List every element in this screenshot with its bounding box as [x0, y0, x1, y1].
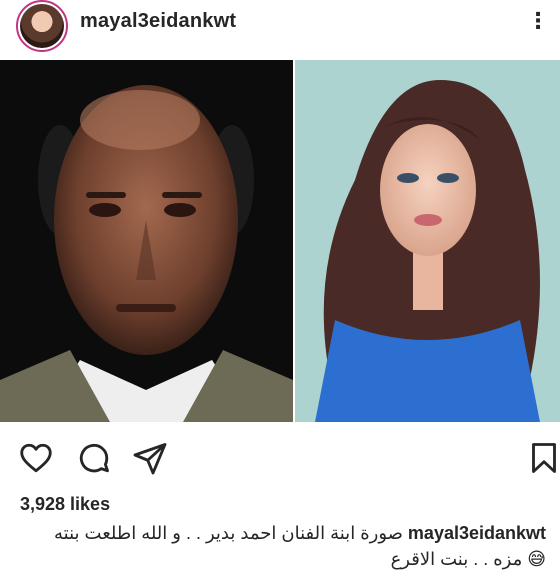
- post-caption: mayal3eidankwt صورة ابنة الفنان احمد بدي…: [16, 520, 546, 572]
- caption-username[interactable]: mayal3eidankwt: [408, 523, 546, 543]
- post-image[interactable]: [0, 60, 560, 422]
- post-username[interactable]: mayal3eidankwt: [80, 10, 236, 33]
- portrait-woman-image: [295, 60, 560, 422]
- more-options-icon[interactable]: ⋮: [527, 8, 550, 34]
- post-image-left: [0, 60, 293, 422]
- post-image-right: [295, 60, 560, 422]
- share-icon[interactable]: [132, 440, 168, 476]
- portrait-man-image: [0, 60, 293, 422]
- likes-count[interactable]: 3,928 likes: [20, 494, 110, 515]
- caption-text-line1: صورة ابنة الفنان احمد بدير . . و الله اط…: [54, 523, 403, 543]
- post-header: mayal3eidankwt ⋮: [0, 0, 560, 58]
- like-icon[interactable]: [18, 440, 54, 476]
- post-actions: [0, 430, 560, 482]
- comment-icon[interactable]: [76, 440, 112, 476]
- avatar[interactable]: [16, 0, 68, 52]
- save-icon[interactable]: [526, 440, 560, 476]
- avatar-image: [20, 4, 64, 48]
- caption-text-line2: 😅 مزه . . بنت الاقرع: [390, 549, 546, 569]
